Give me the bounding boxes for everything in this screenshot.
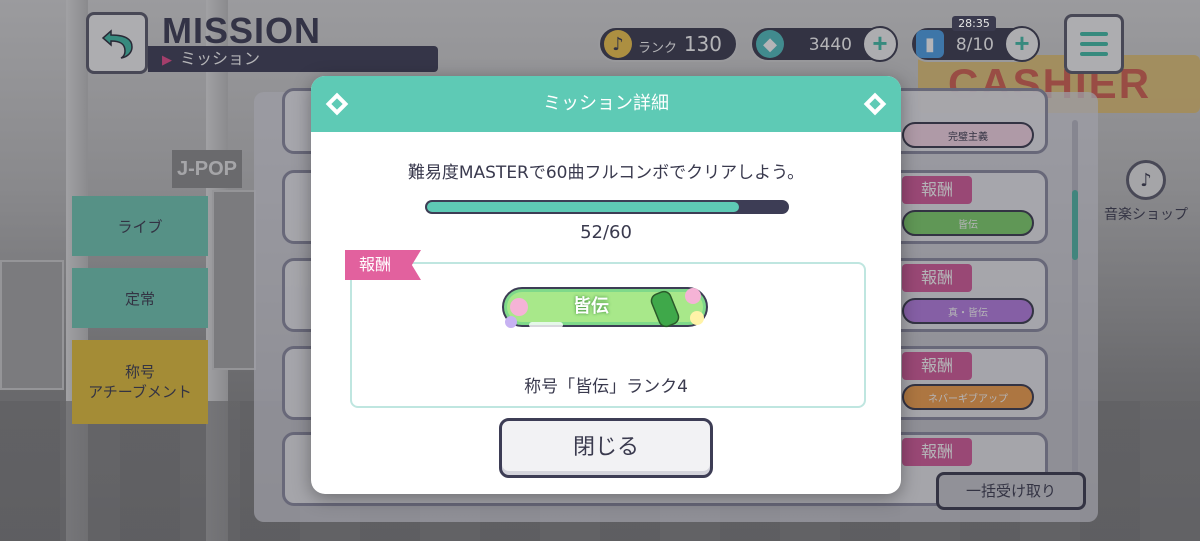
title-badge-text: 皆伝 xyxy=(573,296,609,317)
progress-text: 52/60 xyxy=(580,222,632,243)
modal-header: ミッション詳細 xyxy=(311,76,901,132)
diamond-icon xyxy=(863,92,887,116)
reward-label: 報酬 xyxy=(345,250,421,280)
close-button[interactable]: 閉じる xyxy=(499,418,713,478)
title-badge: 皆伝 xyxy=(489,282,721,332)
progress-bar xyxy=(425,200,789,214)
progress-fill xyxy=(427,202,739,212)
reward-name: 称号「皆伝」ランク4 xyxy=(524,377,688,397)
diamond-icon xyxy=(325,92,349,116)
stamina-timer: 28:35 xyxy=(952,16,996,31)
modal-title: ミッション詳細 xyxy=(543,93,669,114)
mission-description: 難易度MASTERで60曲フルコンボでクリアしよう。 xyxy=(407,163,805,183)
mission-detail-modal: ミッション詳細 難易度MASTERで60曲フルコンボでクリアしよう。 52/60… xyxy=(311,76,901,494)
